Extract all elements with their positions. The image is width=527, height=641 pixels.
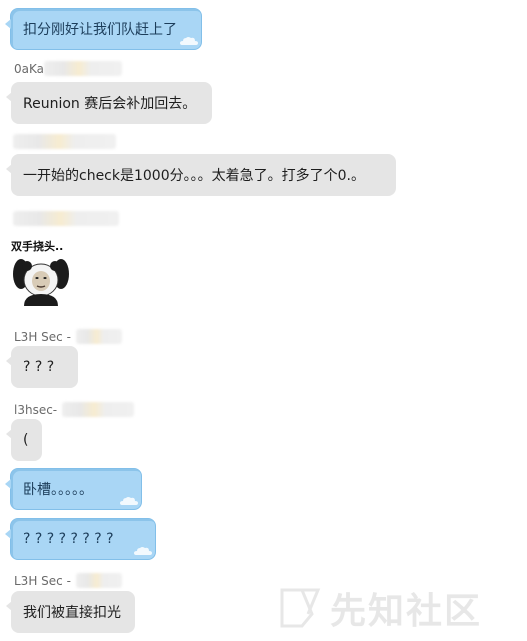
sender-name: L3H Sec - (14, 574, 71, 588)
watermark-text: 先知社区 (330, 591, 483, 632)
blurred-sender-suffix (44, 61, 122, 76)
sender-name: 0aKa (14, 62, 44, 76)
chat-message[interactable]: ? ? ? (6, 346, 78, 388)
message-text: ? ? ? ? ? ? ? ? (23, 531, 114, 547)
message-text: 扣分刚好让我们队赶上了 (23, 22, 177, 38)
message-text: Reunion 赛后会补加回去。 (23, 96, 197, 112)
blurred-sender-suffix (76, 573, 122, 588)
chat-message[interactable]: ( (6, 419, 42, 461)
cloud-bubble-icon (120, 497, 138, 505)
message-text: 一开始的check是1000分。。。太着急了。打多了个0.。 (23, 168, 365, 184)
message-text: 我们被直接扣光 (23, 605, 121, 621)
chat-message[interactable]: Reunion 赛后会补加回去。 (6, 82, 212, 124)
cloud-bubble-icon (180, 37, 198, 45)
chat-message-outgoing[interactable]: 扣分刚好让我们队赶上了 (5, 8, 202, 50)
message-text: ? ? ? (23, 359, 55, 375)
sender-name: L3H Sec - (14, 330, 71, 344)
chat-message-outgoing[interactable]: ? ? ? ? ? ? ? ? (5, 518, 156, 560)
xianzhi-logo-icon (280, 588, 321, 628)
panda-head-scratch-sticker[interactable]: 双手挠头.. (10, 236, 72, 306)
cloud-bubble-icon (134, 547, 152, 555)
chat-message[interactable]: 一开始的check是1000分。。。太着急了。打多了个0.。 (6, 154, 396, 196)
blurred-sender-suffix (76, 329, 122, 344)
message-text: 卧槽。。。。。 (23, 482, 93, 498)
blurred-sender-suffix (62, 402, 134, 417)
message-text: ( (23, 432, 29, 448)
chat-message-outgoing[interactable]: 卧槽。。。。。 (5, 468, 142, 510)
chat-history: 扣分刚好让我们队赶上了 0aKa Reunion 赛后会补加回去。 一开始的ch… (0, 0, 527, 641)
xianzhi-watermark: 先知社区 (278, 578, 482, 638)
sender-name: l3hsec- (14, 403, 58, 417)
panda-meme-icon (13, 259, 69, 306)
blurred-sender-name (13, 211, 119, 226)
chat-message[interactable]: 我们被直接扣光 (6, 591, 135, 633)
blurred-sender-name (13, 134, 116, 149)
